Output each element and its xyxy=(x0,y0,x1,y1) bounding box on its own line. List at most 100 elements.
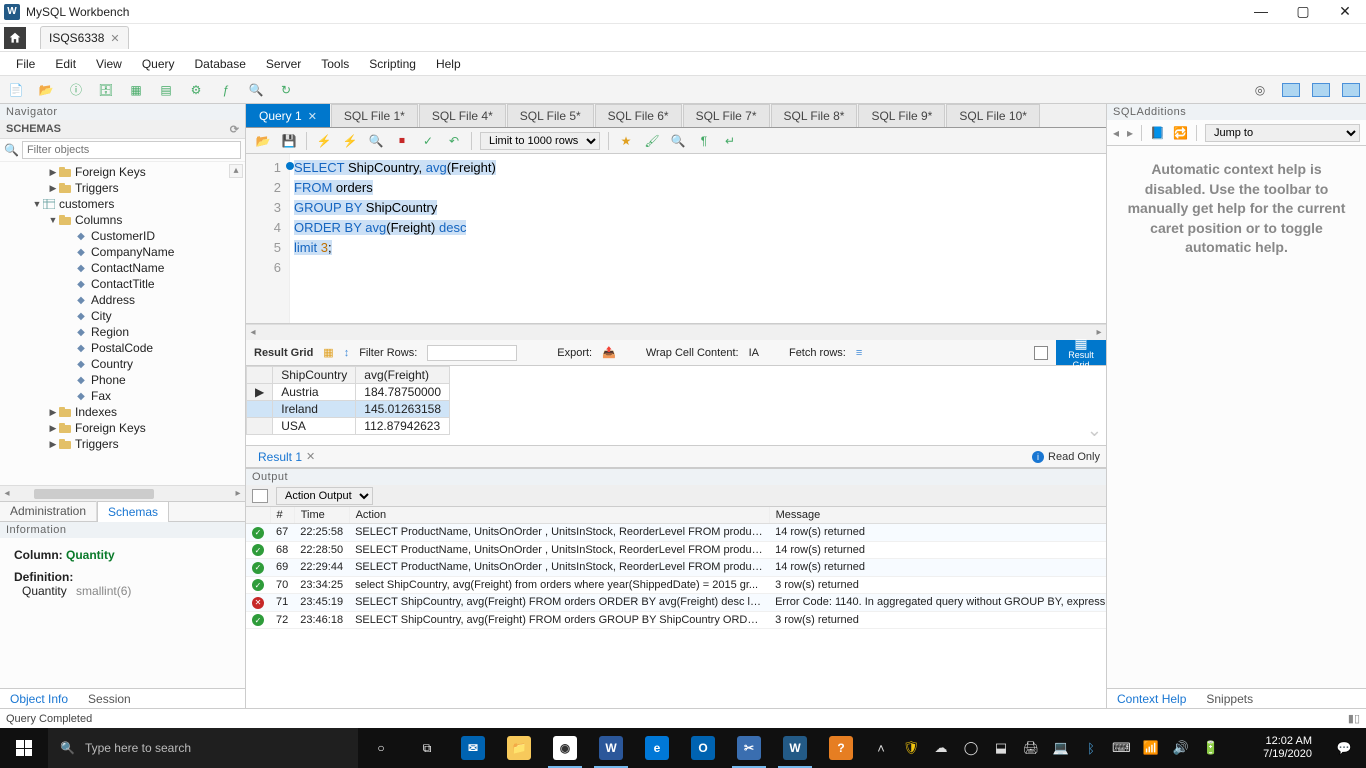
close-button[interactable]: ✕ xyxy=(1336,3,1354,20)
tray-edge-icon[interactable]: ◯ xyxy=(962,740,980,756)
filter-rows-input[interactable] xyxy=(427,345,517,361)
maximize-button[interactable]: ▢ xyxy=(1294,3,1312,20)
query-tab[interactable]: SQL File 4* xyxy=(419,104,506,127)
menu-edit[interactable]: Edit xyxy=(45,54,86,74)
invisible-chars-icon[interactable]: ¶ xyxy=(695,132,713,150)
favorite-icon[interactable]: ★ xyxy=(617,132,635,150)
tree-item[interactable]: ▶Foreign Keys xyxy=(0,164,245,180)
start-button[interactable] xyxy=(0,728,48,768)
result-nav-down-icon[interactable]: ⌄ xyxy=(1087,420,1102,441)
scroll-thumb[interactable] xyxy=(34,489,154,499)
wrap-icon[interactable]: IA xyxy=(749,347,759,359)
tray-norton-icon[interactable]: 🛡 xyxy=(902,740,920,756)
word-app[interactable]: W xyxy=(588,728,634,768)
auto-help-icon[interactable]: 🔁 xyxy=(1173,126,1188,140)
result-tab[interactable]: Result 1 ✕ xyxy=(252,448,321,466)
output-row[interactable]: ✓6822:28:50SELECT ProductName, UnitsOnOr… xyxy=(246,541,1106,559)
forward-icon[interactable]: ▸ xyxy=(1127,126,1133,140)
query-tab[interactable]: Query 1✕ xyxy=(246,104,330,127)
refresh-schemas-icon[interactable]: ⟳ xyxy=(230,123,239,136)
tray-printer-icon[interactable]: 🖨 xyxy=(1022,740,1040,756)
output-table[interactable]: #TimeActionMessageDuration / Fetch▴✓6722… xyxy=(246,507,1106,708)
toggle-right-panel[interactable] xyxy=(1342,83,1360,97)
output-row[interactable]: ✕7123:45:19SELECT ShipCountry, avg(Freig… xyxy=(246,594,1106,612)
menu-query[interactable]: Query xyxy=(132,54,185,74)
new-func-icon[interactable]: ƒ xyxy=(216,80,236,100)
sql-editor[interactable]: 123456 SELECT ShipCountry, avg(Freight)F… xyxy=(246,154,1106,324)
tree-item[interactable]: ◆ContactTitle xyxy=(0,276,245,292)
close-icon[interactable]: ✕ xyxy=(110,32,119,45)
session-tab[interactable]: Session xyxy=(78,689,141,708)
workbench-app[interactable]: W xyxy=(772,728,818,768)
tree-item[interactable]: ▶Indexes xyxy=(0,404,245,420)
search-icon[interactable]: 🔍 xyxy=(246,80,266,100)
open-sql-icon[interactable]: 📂 xyxy=(36,80,56,100)
execute-current-icon[interactable]: ⚡ xyxy=(341,132,359,150)
chrome-app[interactable]: ◉ xyxy=(542,728,588,768)
jump-to-select[interactable]: Jump to xyxy=(1205,124,1360,142)
tray-battery-icon[interactable]: 🔋 xyxy=(1202,740,1220,756)
home-icon[interactable] xyxy=(4,27,26,49)
query-tab[interactable]: SQL File 8* xyxy=(771,104,858,127)
output-row[interactable]: ✓6922:29:44SELECT ProductName, UnitsOnOr… xyxy=(246,559,1106,577)
wrap-icon[interactable]: ↵ xyxy=(721,132,739,150)
query-tab[interactable]: SQL File 7* xyxy=(683,104,770,127)
form-icon[interactable]: ↕ xyxy=(344,347,350,359)
row-limit-select[interactable]: Limit to 1000 rows xyxy=(480,132,600,150)
beautify-icon[interactable]: 🖌 xyxy=(643,132,661,150)
edge-app[interactable]: e xyxy=(634,728,680,768)
administration-tab[interactable]: Administration xyxy=(0,501,97,521)
scroll-right-button[interactable]: ▸ xyxy=(1092,327,1106,338)
new-proc-icon[interactable]: ⚙ xyxy=(186,80,206,100)
find-icon[interactable]: 🔍 xyxy=(669,132,687,150)
output-row[interactable]: ✓7223:46:18SELECT ShipCountry, avg(Freig… xyxy=(246,611,1106,629)
menu-server[interactable]: Server xyxy=(256,54,311,74)
tree-item[interactable]: ◆Phone xyxy=(0,372,245,388)
tree-item[interactable]: ◆Address xyxy=(0,292,245,308)
clear-output-icon[interactable] xyxy=(252,489,268,503)
tree-item[interactable]: ▶Triggers xyxy=(0,180,245,196)
tray-dropbox-icon[interactable]: ⬓ xyxy=(992,740,1010,756)
rollback-icon[interactable]: ↶ xyxy=(445,132,463,150)
open-file-icon[interactable]: 📂 xyxy=(254,132,272,150)
new-view-icon[interactable]: ▤ xyxy=(156,80,176,100)
tree-item[interactable]: ▶Foreign Keys xyxy=(0,420,245,436)
cortana-app[interactable]: ○ xyxy=(358,728,404,768)
taskbar-clock[interactable]: 12:02 AM 7/19/2020 xyxy=(1253,735,1322,761)
schema-filter-input[interactable] xyxy=(22,141,241,159)
execute-icon[interactable]: ⚡ xyxy=(315,132,333,150)
tray-wifi-icon[interactable]: 📶 xyxy=(1142,740,1160,756)
tray-bluetooth-icon[interactable]: ᛒ xyxy=(1082,741,1100,756)
reconnect-icon[interactable]: ↻ xyxy=(276,80,296,100)
query-tab[interactable]: SQL File 10* xyxy=(946,104,1040,127)
connection-tab[interactable]: ISQS6338 ✕ xyxy=(40,26,129,49)
tray-chevron-icon[interactable]: ˄ xyxy=(872,741,890,756)
explorer-app[interactable]: 📁 xyxy=(496,728,542,768)
grid-icon[interactable]: ▦ xyxy=(323,346,333,359)
help-icon[interactable]: 📘 xyxy=(1150,126,1165,140)
tree-item[interactable]: ▶Triggers xyxy=(0,436,245,452)
minimize-button[interactable]: — xyxy=(1252,3,1270,20)
navigator-hscroll[interactable]: ◂ ▸ xyxy=(0,485,245,501)
schemas-tab[interactable]: Schemas xyxy=(97,501,169,522)
output-row[interactable]: ✓7023:34:25select ShipCountry, avg(Freig… xyxy=(246,576,1106,594)
new-schema-icon[interactable]: 🗄 xyxy=(96,80,116,100)
scroll-left-button[interactable]: ◂ xyxy=(0,488,14,499)
tray-onedrive-icon[interactable]: ☁ xyxy=(932,740,950,756)
query-tab[interactable]: SQL File 5* xyxy=(507,104,594,127)
new-table-icon[interactable]: ▦ xyxy=(126,80,146,100)
menu-database[interactable]: Database xyxy=(185,54,256,74)
tree-item[interactable]: ▼customers xyxy=(0,196,245,212)
outlook-app[interactable]: O xyxy=(680,728,726,768)
query-tab[interactable]: SQL File 1* xyxy=(331,104,418,127)
toggle-bottom-panel[interactable] xyxy=(1312,83,1330,97)
tray-pc-icon[interactable]: 💻 xyxy=(1052,740,1070,756)
snippets-tab[interactable]: Snippets xyxy=(1196,689,1263,708)
save-file-icon[interactable]: 💾 xyxy=(280,132,298,150)
scroll-right-button[interactable]: ▸ xyxy=(231,488,245,499)
menu-view[interactable]: View xyxy=(86,54,132,74)
query-tab[interactable]: SQL File 9* xyxy=(858,104,945,127)
result-grid-badge[interactable]: ▦ Result Grid xyxy=(1056,340,1106,365)
tree-item[interactable]: ◆ContactName xyxy=(0,260,245,276)
inspect-icon[interactable]: ⓘ xyxy=(66,80,86,100)
